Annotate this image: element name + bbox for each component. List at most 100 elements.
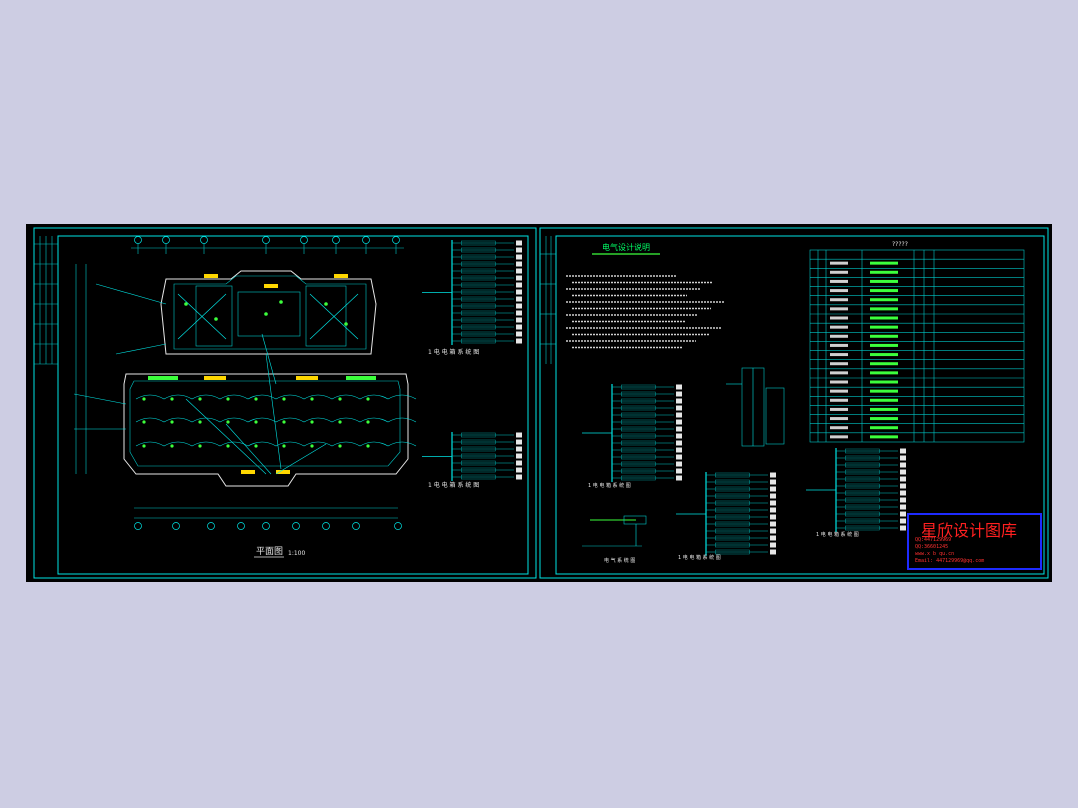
legend-entry-mark: [870, 435, 898, 439]
panel-circuit-tag: [770, 500, 776, 506]
panel-circuit-tag: [516, 317, 522, 323]
legend-entry-text: [830, 380, 848, 384]
panel-circuit-tag: [770, 521, 776, 527]
light-fixture: [142, 397, 146, 401]
legend-entry-text: [830, 371, 848, 375]
panel-circuit-tag: [676, 426, 682, 432]
panel-caption-left-top: 1 电 电 箱 系 统 图: [428, 348, 479, 356]
wiring-arc: [135, 417, 417, 423]
panel-circuit-tag: [676, 384, 682, 390]
panel-circuit-tag: [516, 289, 522, 295]
light-fixture: [198, 444, 202, 448]
panel-circuit-tag: [900, 469, 906, 475]
axis-bubble-bottom: [292, 522, 300, 530]
light-fixture: [254, 397, 258, 401]
panel-circuit-tag: [516, 474, 522, 480]
panel-schedule-right-3: [806, 448, 906, 532]
legend-entry-mark: [870, 279, 898, 283]
axis-bubble-top: [262, 236, 270, 244]
axis-bubble-bottom: [394, 522, 402, 530]
panel-circuit-tag: [676, 405, 682, 411]
panel-circuit-tag: [676, 433, 682, 439]
wiring-run: [275, 443, 327, 475]
legend-entry-mark: [870, 371, 898, 375]
light-fixture: [338, 420, 342, 424]
legend-entry-text: [830, 426, 848, 430]
legend-entry-mark: [870, 380, 898, 384]
legend-entry-mark: [870, 398, 898, 402]
legend-entry-mark: [870, 407, 898, 411]
plan-lower-wing: [123, 373, 409, 487]
legend-entry-text: [830, 389, 848, 393]
light-fixture: [226, 397, 230, 401]
axis-bubble-bottom: [172, 522, 180, 530]
panel-circuit-tag: [516, 282, 522, 288]
legend-entry-text: [830, 325, 848, 329]
panel-circuit-tag: [516, 261, 522, 267]
legend-entry-mark: [870, 426, 898, 430]
light-fixture: [282, 397, 286, 401]
light-fixture: [214, 317, 218, 321]
panel-circuit-tag: [770, 472, 776, 478]
light-fixture: [142, 444, 146, 448]
watermark-line-4: Email: 447129969@qq.com: [915, 558, 985, 564]
axis-bubble-bottom: [322, 522, 330, 530]
light-fixture: [282, 420, 286, 424]
light-fixture: [198, 397, 202, 401]
caption-right-a: 1 电 电 箱 系 统 图: [588, 482, 631, 489]
panel-circuit-tag: [516, 460, 522, 466]
legend-entry-mark: [870, 270, 898, 274]
light-fixture: [254, 420, 258, 424]
panel-circuit-tag: [900, 490, 906, 496]
panel-circuit-tag: [516, 247, 522, 253]
light-fixture: [264, 312, 268, 316]
design-notes-text-block: [566, 275, 724, 349]
panel-schedule-right-2: [676, 472, 776, 556]
legend-entry-mark: [870, 289, 898, 293]
panel-schedule-left-top: [422, 240, 522, 345]
panel-circuit-tag: [900, 511, 906, 517]
legend-entry-text: [830, 343, 848, 347]
legend-entry-mark: [870, 343, 898, 347]
panel-circuit-tag: [516, 338, 522, 344]
panel-circuit-tag: [770, 542, 776, 548]
legend-entry-text: [830, 435, 848, 439]
panel-circuit-tag: [770, 528, 776, 534]
light-fixture: [198, 420, 202, 424]
legend-entry-text: [830, 270, 848, 274]
wiring-run: [185, 398, 267, 475]
light-fixture: [310, 397, 314, 401]
panel-circuit-tag: [770, 493, 776, 499]
light-fixture: [254, 444, 258, 448]
axis-bubble-bottom: [207, 522, 215, 530]
light-fixture: [324, 302, 328, 306]
light-fixture: [310, 420, 314, 424]
light-fixture: [338, 397, 342, 401]
caption-right-d: 电 气 系 统 图: [604, 557, 635, 564]
left-title-strip: [34, 236, 58, 365]
light-fixture: [170, 397, 174, 401]
light-fixture: [184, 302, 188, 306]
panel-schedule-right-1: [582, 384, 682, 482]
cad-drawing-canvas[interactable]: 平面图 1:100 1 电 电 箱 系 统 图 1 电 电 箱 系 统 图 电气…: [26, 224, 1052, 582]
watermark-line-2: QQ:36601245: [915, 544, 949, 550]
panel-circuit-tag: [516, 268, 522, 274]
legend-entry-text: [830, 289, 848, 293]
legend-table: [809, 249, 1025, 443]
legend-entry-mark: [870, 362, 898, 366]
panel-circuit-tag: [516, 310, 522, 316]
riser-diagram: [726, 367, 785, 447]
panel-circuit-tag: [900, 476, 906, 482]
panel-circuit-tag: [676, 419, 682, 425]
cad-drawing-svg: 平面图 1:100 1 电 电 箱 系 统 图 1 电 电 箱 系 统 图 电气…: [33, 227, 1049, 579]
cad-viewer-viewport[interactable]: 平面图 1:100 1 电 电 箱 系 统 图 1 电 电 箱 系 统 图 电气…: [0, 0, 1078, 808]
light-fixture: [344, 322, 348, 326]
plan-leader-lines: [73, 283, 167, 430]
legend-entry-mark: [870, 298, 898, 302]
panel-circuit-tag: [900, 504, 906, 510]
panel-circuit-tag: [770, 486, 776, 492]
panel-circuit-tag: [516, 467, 522, 473]
plan-wiring-runs: [135, 333, 417, 475]
legend-entry-text: [830, 417, 848, 421]
legend-table-title: ?????: [892, 241, 908, 248]
